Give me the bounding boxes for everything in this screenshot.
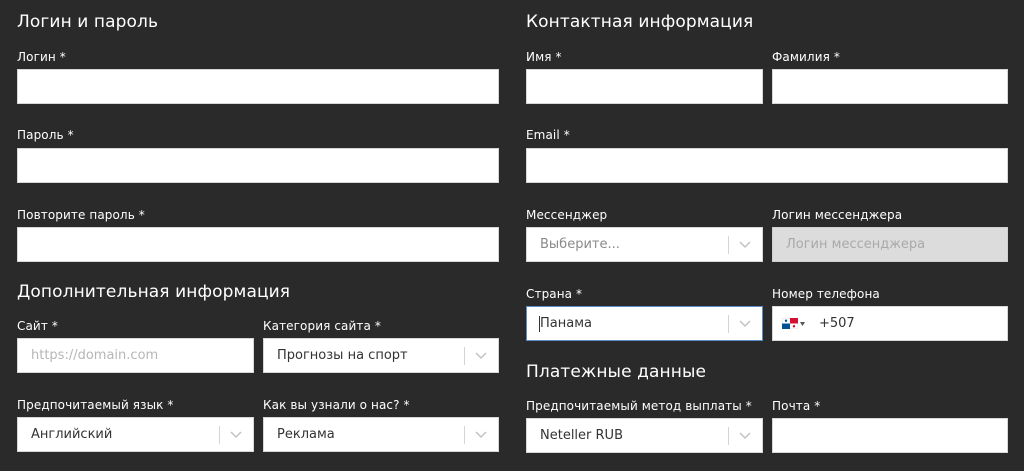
select-separator <box>728 236 729 254</box>
caret-down-icon <box>800 322 805 326</box>
repeat-password-field-box <box>17 227 499 262</box>
login-field-box <box>17 69 499 104</box>
phone-code: +507 <box>819 316 855 331</box>
payment-section-title: Платежные данные <box>526 362 707 382</box>
select-separator <box>464 426 465 444</box>
messenger-login-input[interactable] <box>773 228 1007 261</box>
contact-section-title: Контактная информация <box>526 12 754 32</box>
messenger-login-label: Логин мессенджера <box>772 208 903 222</box>
chevron-down-icon <box>475 352 487 360</box>
password-field-box <box>17 148 499 183</box>
source-select-value: Реклама <box>277 427 335 442</box>
category-select-value: Прогнозы на спорт <box>277 348 408 363</box>
mail-field-box <box>772 418 1008 453</box>
category-select[interactable]: Прогнозы на спорт <box>263 338 499 373</box>
select-separator <box>219 426 220 444</box>
source-label: Как вы узнали о нас? * <box>263 398 410 412</box>
category-label: Категория сайта * <box>263 319 381 333</box>
repeat-password-label: Повторите пароль * <box>17 208 145 222</box>
login-label: Логин * <box>17 50 66 64</box>
country-label: Страна * <box>526 287 583 301</box>
payment-method-select[interactable]: Neteller RUB <box>526 418 763 453</box>
name-label: Имя * <box>526 50 562 64</box>
email-input[interactable] <box>527 149 1007 182</box>
messenger-select[interactable]: Выберите... <box>526 227 763 262</box>
surname-field-box <box>772 69 1008 104</box>
language-select-value: Английский <box>31 427 113 442</box>
chevron-down-icon <box>739 241 751 249</box>
messenger-select-value: Выберите... <box>540 237 620 252</box>
surname-input[interactable] <box>773 70 1007 103</box>
name-input[interactable] <box>527 70 762 103</box>
country-select[interactable]: Панама <box>526 306 763 341</box>
select-separator <box>728 315 729 333</box>
mail-label: Почта * <box>772 399 821 413</box>
password-label: Пароль * <box>17 128 74 142</box>
language-select[interactable]: Английский <box>17 417 254 452</box>
mail-input[interactable] <box>773 419 1007 452</box>
email-field-box <box>526 148 1008 183</box>
select-separator <box>728 427 729 445</box>
login-section-title: Логин и пароль <box>17 12 159 32</box>
messenger-label: Мессенджер <box>526 208 608 222</box>
messenger-login-field-box <box>772 227 1008 262</box>
select-separator <box>464 347 465 365</box>
site-field-box <box>17 338 254 373</box>
chevron-down-icon <box>475 431 487 439</box>
phone-label: Номер телефона <box>772 287 880 301</box>
site-input[interactable] <box>18 339 253 372</box>
surname-label: Фамилия * <box>772 50 840 64</box>
source-select[interactable]: Реклама <box>263 417 499 452</box>
panama-flag-icon[interactable] <box>782 318 798 329</box>
login-input[interactable] <box>18 70 498 103</box>
site-label: Сайт * <box>17 319 58 333</box>
repeat-password-input[interactable] <box>18 228 498 261</box>
chevron-down-icon <box>230 431 242 439</box>
additional-section-title: Дополнительная информация <box>17 282 291 302</box>
payment-method-select-value: Neteller RUB <box>540 428 623 443</box>
password-input[interactable] <box>18 149 498 182</box>
phone-field-box[interactable]: +507 <box>772 306 1008 341</box>
name-field-box <box>526 69 763 104</box>
chevron-down-icon <box>739 320 751 328</box>
country-select-value: Панама <box>540 316 592 331</box>
chevron-down-icon <box>739 432 751 440</box>
email-label: Email * <box>526 128 570 142</box>
language-label: Предпочитаемый язык * <box>17 398 174 412</box>
payment-method-label: Предпочитаемый метод выплаты * <box>526 399 752 413</box>
